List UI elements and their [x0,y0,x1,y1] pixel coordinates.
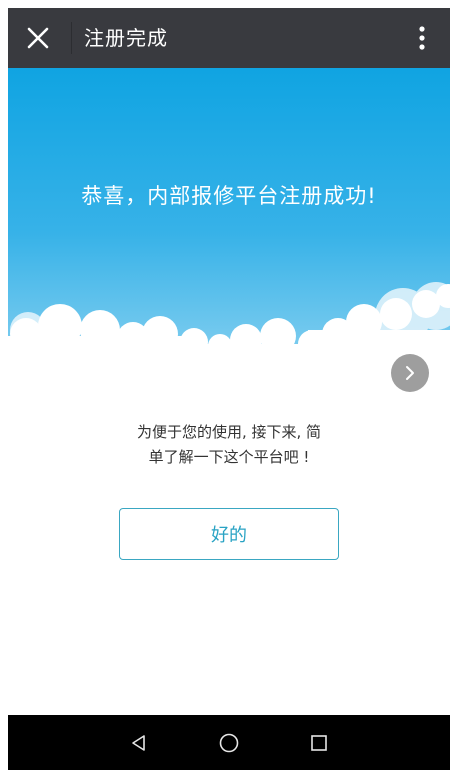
home-circle-icon [219,733,239,753]
main-content: 恭喜，内部报修平台注册成功! 为便于您的使用, 接下来, 简 单了解一下这个平台… [8,68,450,715]
close-button[interactable] [18,18,58,58]
recents-square-icon [311,735,327,751]
screen: 注册完成 恭喜，内部报修平台注册成功! 为便于您的使用, 接下来, 简 单了解一… [0,0,458,775]
nav-home-button[interactable] [209,723,249,763]
success-headline: 恭喜，内部报修平台注册成功! [81,184,377,208]
nav-recents-button[interactable] [299,723,339,763]
ok-button[interactable]: 好的 [119,508,339,560]
nav-back-button[interactable] [119,723,159,763]
title-divider [71,22,72,54]
close-icon [27,27,49,49]
title-bar: 注册完成 [8,8,450,68]
back-triangle-icon [132,735,145,751]
right-edge [450,0,458,775]
more-menu-button[interactable] [402,18,442,58]
intro-text: 为便于您的使用, 接下来, 简 单了解一下这个平台吧 ! [108,420,350,470]
intro-line-2: 单了解一下这个平台吧 ! [148,448,310,466]
left-edge [0,0,8,775]
next-page-button[interactable] [391,354,429,392]
page-title: 注册完成 [84,26,168,50]
more-vertical-icon [419,26,425,50]
sky-clouds-illustration [8,68,450,368]
bottom-edge [0,770,458,775]
chevron-right-icon [406,366,414,380]
system-navigation-bar [8,715,450,770]
intro-line-1: 为便于您的使用, 接下来, 简 [136,423,322,441]
